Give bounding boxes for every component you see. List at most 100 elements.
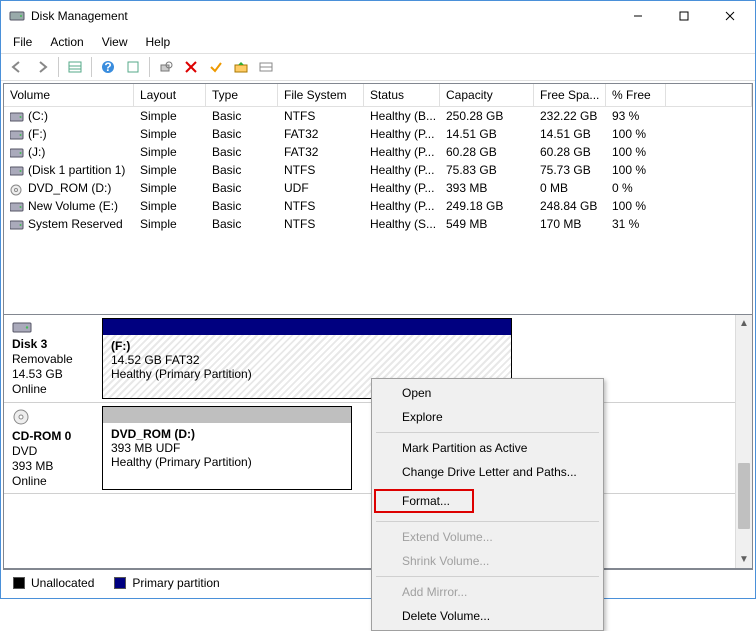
- properties-button[interactable]: [154, 55, 178, 79]
- partition-body: DVD_ROM (D:) 393 MB UDF Healthy (Primary…: [103, 423, 351, 489]
- scroll-thumb[interactable]: [738, 463, 750, 529]
- back-button[interactable]: [5, 55, 29, 79]
- cell-type: Basic: [206, 216, 278, 232]
- table-row[interactable]: System ReservedSimpleBasicNTFSHealthy (S…: [4, 215, 752, 233]
- app-icon: [9, 8, 25, 24]
- context-separator: [376, 576, 599, 577]
- partition-header: [103, 319, 511, 335]
- cell-freespace: 170 MB: [534, 216, 606, 232]
- menu-action[interactable]: Action: [42, 33, 91, 51]
- folder-up-button[interactable]: [229, 55, 253, 79]
- cell-capacity: 60.28 GB: [440, 144, 534, 160]
- scroll-track[interactable]: [736, 332, 752, 551]
- menu-file[interactable]: File: [5, 33, 40, 51]
- legend-primary: Primary partition: [114, 576, 219, 590]
- menu-help[interactable]: Help: [138, 33, 179, 51]
- table-row[interactable]: New Volume (E:)SimpleBasicNTFSHealthy (P…: [4, 197, 752, 215]
- details-button[interactable]: [254, 55, 278, 79]
- cell-capacity: 75.83 GB: [440, 162, 534, 178]
- cell-volume: DVD_ROM (D:): [4, 180, 134, 196]
- cell-type: Basic: [206, 108, 278, 124]
- col-volume[interactable]: Volume: [4, 84, 134, 106]
- cell-status: Healthy (P...: [364, 180, 440, 196]
- cell-volume: (C:): [4, 108, 134, 124]
- refresh-button[interactable]: [121, 55, 145, 79]
- col-status[interactable]: Status: [364, 84, 440, 106]
- svg-text:?: ?: [104, 60, 111, 74]
- table-row[interactable]: (J:)SimpleBasicFAT32Healthy (P...60.28 G…: [4, 143, 752, 161]
- cell-pctfree: 100 %: [606, 198, 666, 214]
- context-explore[interactable]: Explore: [374, 405, 601, 429]
- legend-unallocated: Unallocated: [13, 576, 94, 590]
- cell-type: Basic: [206, 144, 278, 160]
- table-row[interactable]: (C:)SimpleBasicNTFSHealthy (B...250.28 G…: [4, 107, 752, 125]
- cell-filesystem: NTFS: [278, 162, 364, 178]
- partition-header: [103, 407, 351, 423]
- scroll-up-button[interactable]: ▲: [736, 315, 752, 332]
- col-pctfree[interactable]: % Free: [606, 84, 666, 106]
- cell-pctfree: 31 %: [606, 216, 666, 232]
- view-list-button[interactable]: [63, 55, 87, 79]
- disk-map-dvd[interactable]: DVD_ROM (D:) 393 MB UDF Healthy (Primary…: [102, 406, 352, 490]
- maximize-button[interactable]: [661, 1, 707, 31]
- disc-icon: [10, 184, 24, 194]
- partition-volume: DVD_ROM (D:): [111, 427, 343, 441]
- col-freespace[interactable]: Free Spa...: [534, 84, 606, 106]
- disk-name: CD-ROM 0: [12, 429, 96, 443]
- cell-freespace: 248.84 GB: [534, 198, 606, 214]
- menu-view[interactable]: View: [94, 33, 136, 51]
- disk-state: Online: [12, 474, 96, 488]
- cell-freespace: 0 MB: [534, 180, 606, 196]
- table-row[interactable]: DVD_ROM (D:)SimpleBasicUDFHealthy (P...3…: [4, 179, 752, 197]
- col-capacity[interactable]: Capacity: [440, 84, 534, 106]
- cell-filesystem: NTFS: [278, 108, 364, 124]
- scrollbar-vertical[interactable]: ▲ ▼: [735, 315, 752, 568]
- drive-icon: [10, 130, 24, 140]
- legend-label-primary: Primary partition: [132, 576, 219, 590]
- legend-swatch-unallocated: [13, 577, 25, 589]
- table-row[interactable]: (Disk 1 partition 1)SimpleBasicNTFSHealt…: [4, 161, 752, 179]
- disk-icon: [12, 320, 96, 334]
- context-delete[interactable]: Delete Volume...: [374, 604, 601, 628]
- disk-label: CD-ROM 0 DVD 393 MB Online: [6, 406, 102, 490]
- window-controls: [615, 1, 753, 31]
- cell-pctfree: 100 %: [606, 162, 666, 178]
- scroll-down-button[interactable]: ▼: [736, 551, 752, 568]
- cell-status: Healthy (P...: [364, 162, 440, 178]
- delete-button[interactable]: [179, 55, 203, 79]
- cell-filesystem: FAT32: [278, 144, 364, 160]
- toolbar-separator: [58, 57, 59, 77]
- col-type[interactable]: Type: [206, 84, 278, 106]
- toolbar-separator: [91, 57, 92, 77]
- close-button[interactable]: [707, 1, 753, 31]
- cell-status: Healthy (B...: [364, 108, 440, 124]
- window-title: Disk Management: [31, 9, 615, 23]
- cell-volume: System Reserved: [4, 216, 134, 232]
- context-separator: [376, 432, 599, 433]
- cell-filesystem: NTFS: [278, 216, 364, 232]
- cell-capacity: 250.28 GB: [440, 108, 534, 124]
- cell-layout: Simple: [134, 144, 206, 160]
- col-filesystem[interactable]: File System: [278, 84, 364, 106]
- disk-size: 14.53 GB: [12, 367, 96, 381]
- volume-list-body[interactable]: (C:)SimpleBasicNTFSHealthy (B...250.28 G…: [4, 107, 752, 314]
- cell-capacity: 14.51 GB: [440, 126, 534, 142]
- disk-kind: Removable: [12, 352, 96, 366]
- cell-filesystem: UDF: [278, 180, 364, 196]
- minimize-button[interactable]: [615, 1, 661, 31]
- disk-kind: DVD: [12, 444, 96, 458]
- table-row[interactable]: (F:)SimpleBasicFAT32Healthy (P...14.51 G…: [4, 125, 752, 143]
- context-format[interactable]: Format...: [374, 484, 601, 518]
- cell-layout: Simple: [134, 216, 206, 232]
- check-button[interactable]: [204, 55, 228, 79]
- cell-freespace: 14.51 GB: [534, 126, 606, 142]
- forward-button[interactable]: [30, 55, 54, 79]
- col-layout[interactable]: Layout: [134, 84, 206, 106]
- context-change-letter[interactable]: Change Drive Letter and Paths...: [374, 460, 601, 484]
- context-mark-active[interactable]: Mark Partition as Active: [374, 436, 601, 460]
- cell-volume: (F:): [4, 126, 134, 142]
- help-button[interactable]: ?: [96, 55, 120, 79]
- context-open[interactable]: Open: [374, 381, 601, 405]
- volume-list-header: Volume Layout Type File System Status Ca…: [4, 84, 752, 107]
- col-end[interactable]: [666, 84, 752, 106]
